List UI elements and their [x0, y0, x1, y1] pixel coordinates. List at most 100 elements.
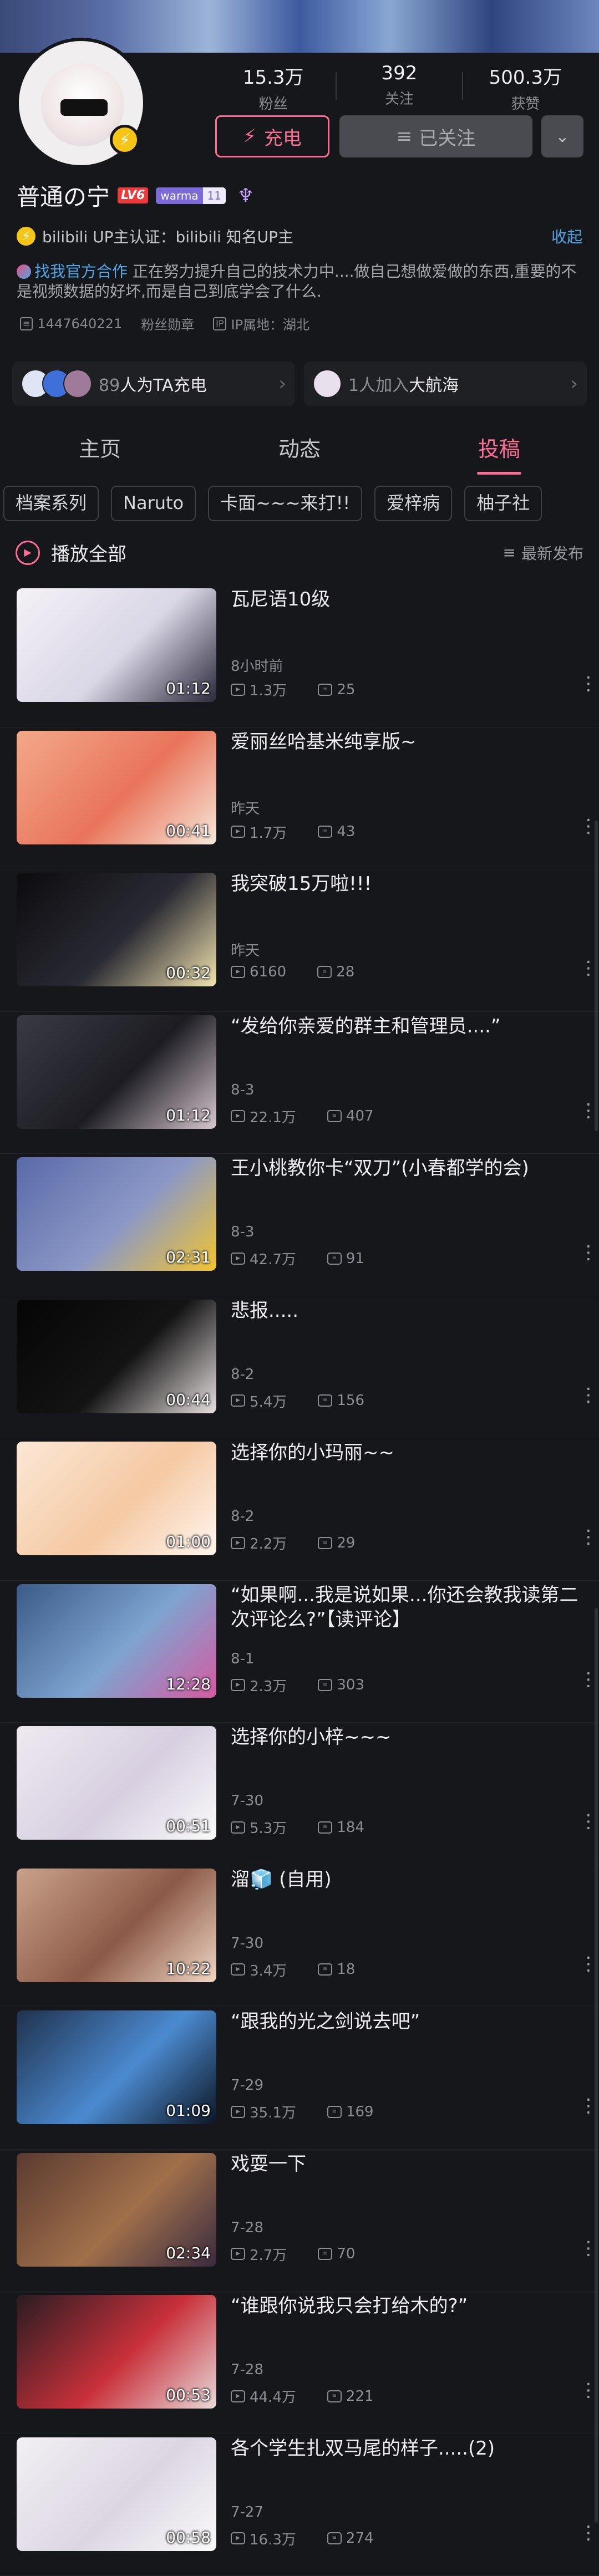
video-title[interactable]: 选择你的小梓~~~ — [231, 1725, 580, 1749]
more-options-icon[interactable]: ⋮ — [579, 2102, 586, 2109]
video-thumbnail[interactable]: 01:09 — [17, 2010, 216, 2124]
video-item[interactable]: 00:53“谁跟你说我只会打给木的?”7-28▶44.4万≡221⋮ — [0, 2292, 599, 2434]
more-options-icon[interactable]: ⋮ — [579, 1392, 586, 1398]
video-thumbnail[interactable]: 00:58 — [17, 2437, 216, 2551]
more-options-icon[interactable]: ⋮ — [579, 1107, 586, 1114]
more-options-icon[interactable]: ⋮ — [579, 680, 586, 687]
video-thumbnail[interactable]: 02:34 — [17, 2153, 216, 2267]
scrollbar[interactable] — [595, 821, 598, 1131]
video-item[interactable]: 02:31王小桃教你卡“双刀”(小春都学的会)8-3▶42.7万≡91⋮ — [0, 1154, 599, 1296]
tab-uploads[interactable]: 投稿 — [399, 421, 599, 477]
video-thumbnail[interactable]: 00:41 — [17, 731, 216, 844]
more-dropdown-button[interactable]: ⌄ — [541, 115, 583, 157]
video-title[interactable]: 瓦尼语10级 — [231, 587, 580, 612]
danmaku-icon: ≡ — [318, 1821, 332, 1834]
video-item[interactable]: 00:51选择你的小梓~~~7-30▶5.3万≡184⋮ — [0, 1723, 599, 1865]
more-options-icon[interactable]: ⋮ — [579, 965, 586, 971]
play-count-icon: ▶ — [231, 684, 245, 696]
more-options-icon[interactable]: ⋮ — [579, 1249, 586, 1256]
video-thumbnail[interactable]: 01:12 — [17, 588, 216, 702]
video-thumbnail[interactable]: 00:32 — [17, 873, 216, 986]
video-item[interactable]: 00:32我突破15万啦!!!昨天▶6160≡28⋮ — [0, 869, 599, 1012]
playall-button[interactable]: 播放全部 — [51, 539, 126, 566]
fan-medal-link[interactable]: 粉丝勋章 — [141, 314, 194, 333]
scrollbar[interactable] — [595, 1608, 598, 2523]
video-item[interactable]: 01:00选择你的小玛丽~~8-2▶2.2万≡29⋮ — [0, 1438, 599, 1581]
chip-series[interactable]: 柚子社 — [464, 486, 542, 521]
video-date: 7-28 — [231, 2361, 263, 2378]
chip-series[interactable]: 爱梓病 — [374, 486, 452, 521]
stat-fans[interactable]: 15.3万 粉丝 — [211, 62, 336, 113]
tab-home[interactable]: 主页 — [0, 421, 200, 477]
video-thumbnail[interactable]: 10:22 — [17, 1869, 216, 1982]
video-thumbnail[interactable]: 12:28 — [17, 1584, 216, 1698]
video-item[interactable]: 01:12瓦尼语10级8小时前▶1.3万≡25⋮ — [0, 585, 599, 727]
view-count: ▶22.1万 — [231, 1106, 296, 1127]
video-item[interactable]: 12:28“如果啊...我是说如果...你还会教我读第二次评论么?”【读评论】8… — [0, 1581, 599, 1723]
play-count-icon: ▶ — [231, 2390, 245, 2402]
more-options-icon[interactable]: ⋮ — [579, 1534, 586, 1540]
guard-card-text: 1人加入大航海 — [348, 371, 459, 396]
sort-button[interactable]: ≡ 最新发布 — [503, 542, 583, 564]
video-title[interactable]: “发给你亲爱的群主和管理员....” — [231, 1014, 580, 1038]
name-row: 普通の宁 LV6 warma 11 ♆ — [17, 179, 258, 212]
video-stats: ▶2.7万≡70 — [231, 2244, 355, 2264]
chevron-down-icon: ⌄ — [555, 127, 569, 146]
guard-card[interactable]: 1人加入大航海 › — [304, 362, 587, 406]
video-item[interactable]: 02:34戏耍一下7-28▶2.7万≡70⋮ — [0, 2150, 599, 2292]
cooperation-link[interactable]: 找我官方合作 — [34, 262, 128, 281]
view-count-value: 5.3万 — [250, 1817, 287, 1837]
more-options-icon[interactable]: ⋮ — [579, 2529, 586, 2536]
video-item[interactable]: 00:58各个学生扎双马尾的样子.....(2)7-27▶16.3万≡274⋮ — [0, 2434, 599, 2576]
video-thumbnail[interactable]: 00:44 — [17, 1300, 216, 1413]
more-options-icon[interactable]: ⋮ — [579, 1676, 586, 1683]
video-thumbnail[interactable]: 00:53 — [17, 2295, 216, 2409]
more-options-icon[interactable]: ⋮ — [579, 2387, 586, 2394]
video-thumbnail[interactable]: 02:31 — [17, 1157, 216, 1271]
play-circle-icon[interactable]: ▶ — [16, 541, 40, 565]
more-options-icon[interactable]: ⋮ — [579, 1818, 586, 1825]
video-title[interactable]: 悲报..... — [231, 1299, 580, 1323]
video-title[interactable]: “谁跟你说我只会打给木的?” — [231, 2294, 580, 2318]
more-options-icon[interactable]: ⋮ — [579, 1961, 586, 1967]
fan-medal-badge[interactable]: warma 11 — [156, 187, 226, 204]
video-title[interactable]: 各个学生扎双马尾的样子.....(2) — [231, 2436, 580, 2461]
video-title[interactable]: 爱丽丝哈基米纯享版~ — [231, 730, 580, 754]
video-title[interactable]: “如果啊...我是说如果...你还会教我读第二次评论么?”【读评论】 — [231, 1583, 580, 1632]
chip-series[interactable]: 档案系列 — [3, 486, 99, 521]
video-title[interactable]: 我突破15万啦!!! — [231, 872, 580, 896]
avatar-glasses — [60, 99, 108, 116]
video-thumbnail[interactable]: 01:12 — [17, 1015, 216, 1129]
play-count-icon: ▶ — [231, 826, 245, 838]
video-item[interactable]: 00:41爱丽丝哈基米纯享版~昨天▶1.7万≡43⋮ — [0, 727, 599, 870]
charge-card[interactable]: 89人为TA充电 › — [12, 362, 295, 406]
video-thumbnail[interactable]: 01:00 — [17, 1442, 216, 1555]
video-item[interactable]: 01:12“发给你亲爱的群主和管理员....”8-3▶22.1万≡407⋮ — [0, 1012, 599, 1154]
video-stats: ▶1.7万≡43 — [231, 822, 355, 842]
more-options-icon[interactable]: ⋮ — [579, 2245, 586, 2252]
video-item[interactable]: 10:22溜🧊 (自用)7-30▶3.4万≡18⋮ — [0, 1865, 599, 2008]
crest-icon[interactable]: ♆ — [233, 185, 258, 207]
video-item[interactable]: 01:09“跟我的光之剑说去吧”7-29▶35.1万≡169⋮ — [0, 2007, 599, 2150]
uid[interactable]: ≡ 1447640221 — [20, 314, 122, 333]
follow-button[interactable]: ≡ 已关注 — [339, 115, 532, 157]
video-date: 8-3 — [231, 1082, 254, 1098]
chip-series[interactable]: 卡面~~~来打!! — [208, 486, 362, 521]
stat-likes[interactable]: 500.3万 获赞 — [463, 62, 588, 113]
collapse-link[interactable]: 收起 — [551, 225, 582, 247]
chip-series[interactable]: Naruto — [111, 486, 196, 521]
danmaku-count-value: 169 — [346, 2104, 374, 2120]
video-thumbnail[interactable]: 00:51 — [17, 1726, 216, 1840]
more-options-icon[interactable]: ⋮ — [579, 823, 586, 829]
video-title[interactable]: 王小桃教你卡“双刀”(小春都学的会) — [231, 1156, 580, 1180]
stat-following[interactable]: 392 关注 — [337, 62, 461, 113]
video-title[interactable]: 溜🧊 (自用) — [231, 1867, 580, 1892]
video-title[interactable]: 选择你的小玛丽~~ — [231, 1440, 580, 1465]
charge-button[interactable]: ⚡ 充电 — [215, 115, 329, 157]
video-title[interactable]: 戏耍一下 — [231, 2152, 580, 2176]
tab-dynamic[interactable]: 动态 — [200, 421, 399, 477]
video-title[interactable]: “跟我的光之剑说去吧” — [231, 2009, 580, 2034]
video-stats: ▶35.1万≡169 — [231, 2101, 374, 2122]
video-item[interactable]: 00:44悲报.....8-2▶5.4万≡156⋮ — [0, 1296, 599, 1439]
id-card-icon: ≡ — [20, 317, 33, 330]
